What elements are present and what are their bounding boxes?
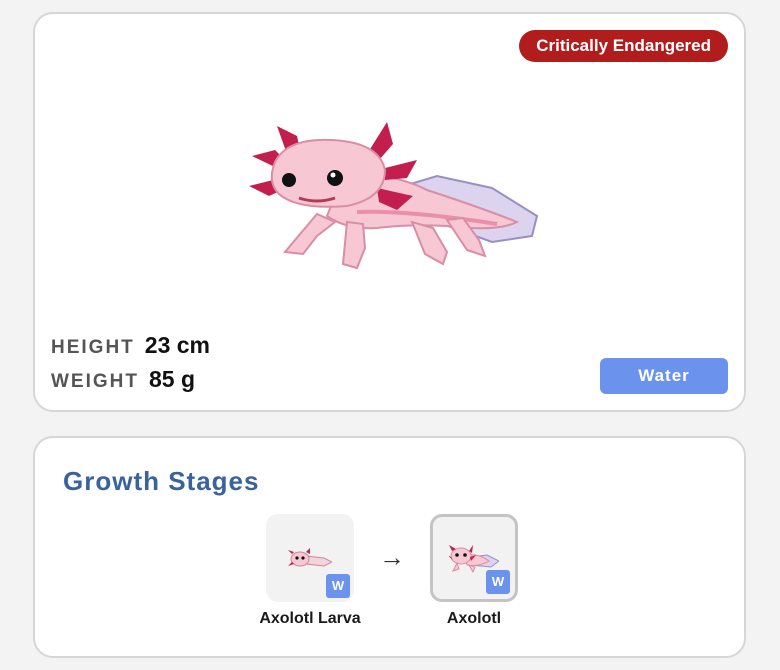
stage-name: Axolotl [446, 610, 502, 627]
stage-axolotl[interactable]: W Axolotl [404, 514, 544, 628]
growth-stages-card: Growth Stages W Axolotl Larva → W Axolot… [33, 436, 746, 658]
type-badge: W [326, 574, 350, 598]
height-stat: HEIGHT 23 cm [51, 332, 210, 359]
growth-stages-title: Growth Stages [63, 466, 260, 496]
axolotl-larva-icon [288, 548, 332, 567]
stage-thumbnail-current: W [430, 514, 518, 602]
type-water-button[interactable]: Water [600, 358, 728, 394]
stage-axolotl-larva[interactable]: W Axolotl Larva [240, 514, 380, 628]
weight-label: WEIGHT [51, 371, 139, 392]
stage-name: Axolotl Larva [259, 610, 361, 627]
height-value: 23 cm [144, 332, 210, 358]
type-badge: W [486, 570, 510, 594]
stage-thumbnail: W [266, 514, 354, 602]
weight-value: 85 g [149, 366, 196, 392]
weight-stat: WEIGHT 85 g [51, 366, 195, 393]
creature-card: Critically Endangered HEIGHT 23 cm WEIGH… [33, 12, 746, 412]
axolotl-icon [449, 545, 499, 573]
height-label: HEIGHT [51, 337, 135, 358]
arrow-right-icon: → [379, 542, 405, 572]
axolotl-sprite [247, 118, 539, 278]
status-badge: Critically Endangered [519, 30, 728, 62]
